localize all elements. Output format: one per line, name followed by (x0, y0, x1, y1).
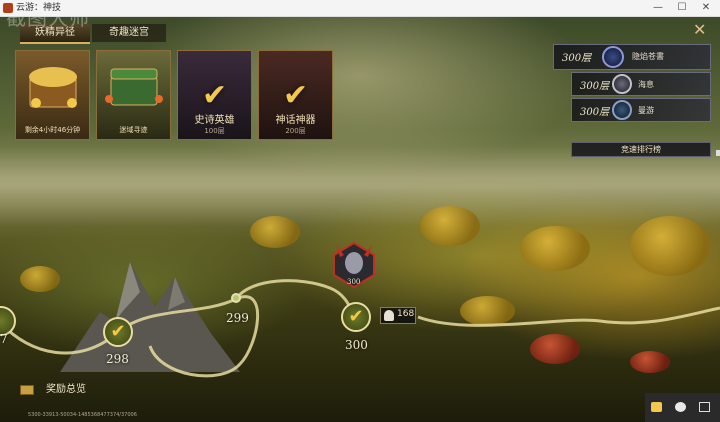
scrollbar[interactable] (716, 150, 720, 156)
tray-network-icon[interactable] (699, 402, 710, 412)
tray-folder-icon[interactable] (651, 402, 662, 412)
helmet-icon (384, 310, 394, 321)
game-scene: 妖精异径 奇趣迷宫 剩余4小时46分钟 迷域寻迹 ✔ 史诗英雄 100层 ✔ 神… (0, 16, 720, 422)
stage-number: 298 (106, 352, 129, 366)
hero-level: 300 (347, 278, 361, 286)
chest-icon (20, 385, 34, 395)
tray-security-icon[interactable] (675, 402, 686, 412)
maximize-button[interactable]: ☐ (670, 0, 694, 16)
stage-node-298[interactable]: ✔ (103, 317, 133, 347)
app-icon (3, 3, 13, 13)
stage-number: 7 (0, 332, 8, 346)
system-tray (645, 393, 720, 422)
reward-overview-label: 奖励总览 (46, 384, 86, 395)
stage-number: 300 (345, 338, 368, 352)
stage-node-300[interactable]: ✔ (341, 302, 371, 332)
window-title-bar: 云游：神技 — ☐ ✕ (0, 0, 720, 17)
hero-count-badge[interactable]: 168 (380, 307, 416, 324)
window-title: 云游：神技 (16, 3, 62, 13)
window-close-button[interactable]: ✕ (694, 0, 718, 16)
stage-number: 299 (226, 311, 249, 325)
minimize-button[interactable]: — (646, 0, 670, 16)
hero-count: 168 (397, 309, 415, 319)
build-id: 5300-33913-50034-1485368477374/37006 (28, 412, 137, 418)
reward-overview-button[interactable]: 奖励总览 (20, 382, 100, 398)
stage-node-299[interactable] (231, 293, 241, 303)
tab-maze[interactable]: 奇趣迷宫 (92, 24, 166, 42)
